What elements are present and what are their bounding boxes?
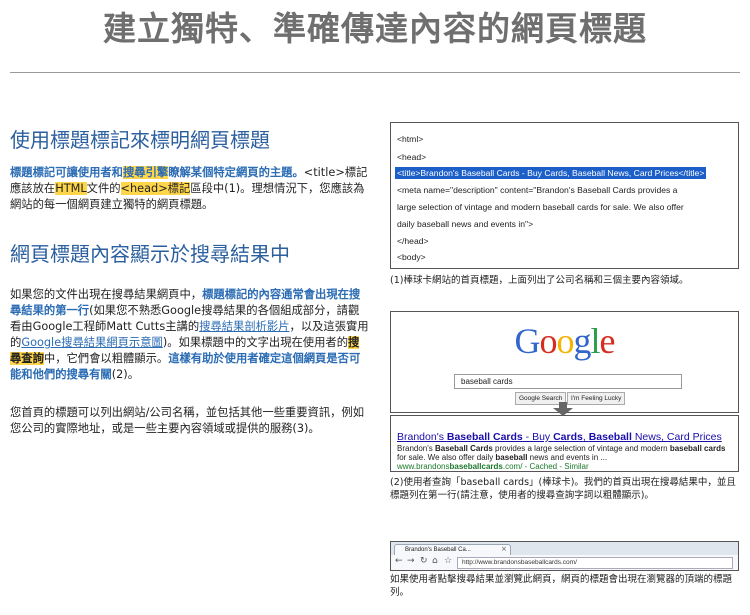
google-logo-letter: o xyxy=(556,321,575,361)
caption-google-example: (2)使用者查詢「baseball cards」(棒球卡)。我們的首頁出現在搜尋… xyxy=(390,477,736,501)
paragraph-search-results: 如果您的文件出現在搜尋結果網頁中，標題標記的內容通常會出現在搜尋結果的第一行(如… xyxy=(10,287,370,383)
search-input[interactable]: baseball cards xyxy=(454,374,682,389)
home-icon[interactable]: ⌂ xyxy=(432,556,438,566)
paragraph-homepage-title: 您首頁的標題可以列出網站/公司名稱，並包括其他一些重要資訊，例如您公司的實際地址… xyxy=(10,406,365,435)
code-line: <head> xyxy=(397,152,427,162)
section-heading-search-results: 網頁標題內容顯示於搜尋結果中 xyxy=(10,242,290,266)
text-run: .com/ - Cached - Similar xyxy=(502,462,589,471)
page-title: 建立獨特、準確傳達內容的網頁標題 xyxy=(103,9,647,48)
text-run: 標題標記可讓使用者和 xyxy=(10,166,123,179)
google-logo: Google xyxy=(391,320,738,362)
result-snippet: Brandon's Baseball Cards provides a larg… xyxy=(397,444,735,462)
code-line-selected: <title>Brandon's Baseball Cards - Buy Ca… xyxy=(395,167,707,179)
caption-browser-example: 如果使用者點擊搜尋結果並瀏覽此網頁，網頁的標題會出現在瀏覽器的頂端的標題列。 xyxy=(390,574,733,598)
back-icon[interactable]: ← xyxy=(395,556,403,566)
google-logo-letter: l xyxy=(590,321,601,361)
text-run: Brandon's xyxy=(397,444,435,453)
code-example-box: <html> <head> <title>Brandon's Baseball … xyxy=(390,122,739,269)
google-logo-letter: e xyxy=(599,321,616,361)
text-run: news and events in ... xyxy=(527,453,608,462)
code-line: large selection of vintage and modern ba… xyxy=(397,202,684,212)
google-logo-letter: G xyxy=(514,321,541,361)
text-run: 文件的 xyxy=(86,182,121,195)
browser-tab[interactable]: Brandon's Baseball Ca... xyxy=(394,544,511,555)
star-icon[interactable]: ☆ xyxy=(444,556,452,566)
search-result-box: Brandon's Baseball Cards - Buy Cards, Ba… xyxy=(390,415,739,472)
text-run: 區段中(1)。 xyxy=(190,182,252,195)
feeling-lucky-button[interactable]: I'm Feeling Lucky xyxy=(567,392,626,405)
forward-icon[interactable]: → xyxy=(407,556,415,566)
text-run: Baseball Cards xyxy=(435,444,493,453)
code-line: <html> xyxy=(397,134,424,144)
result-title-link[interactable]: Brandon's Baseball Cards - Buy Cards, Ba… xyxy=(397,431,722,443)
highlight-html: HTML xyxy=(55,182,87,195)
address-bar[interactable]: http://www.brandonsbaseballcards.com/ xyxy=(457,557,733,569)
code-line: </head> xyxy=(397,236,429,246)
highlight-head-tag: <head>標記 xyxy=(120,182,191,195)
title-divider xyxy=(10,72,740,73)
text-run: 瞭解某個特定網頁的主題。 xyxy=(168,166,304,179)
text-run: Cards xyxy=(553,431,583,443)
text-run: www.brandons xyxy=(397,462,450,471)
link-search-anatomy-video[interactable]: 搜尋結果剖析影片 xyxy=(199,320,289,333)
google-logo-letter: o xyxy=(539,321,558,361)
browser-toolbar: ← → ↻ ⌂ ☆ http://www.brandonsbaseballcar… xyxy=(391,555,738,570)
text-run: Baseball xyxy=(588,431,632,443)
result-url: www.brandonsbaseballcards.com/ - Cached … xyxy=(397,462,589,471)
text-run: (2)。 xyxy=(111,368,139,381)
paragraph-title-tag: 標題標記可讓使用者和搜尋引擎瞭解某個特定網頁的主題。<title>標記應該放在H… xyxy=(10,165,370,213)
highlight-search-engine: 搜尋引擎 xyxy=(122,166,169,179)
link-results-diagram[interactable]: Google搜尋結果網頁示意圖 xyxy=(21,336,163,349)
text-run: baseball cards xyxy=(669,444,726,453)
text-run: baseball xyxy=(495,453,528,462)
text-run: for sale. We also offer daily xyxy=(397,453,496,462)
text-run: )。如果標題中的文字出現在使用者的 xyxy=(162,336,348,349)
down-arrow-icon xyxy=(553,402,573,416)
text-run: Brandon's xyxy=(397,431,447,443)
caption-code-example: (1)棒球卡網站的首頁標題，上面列出了公司名稱和三個主要內容領域。 xyxy=(390,275,689,286)
google-search-box: Google baseball cards Google Search I'm … xyxy=(390,311,739,413)
text-run: baseballcards xyxy=(449,462,503,471)
text-run: Baseball Cards xyxy=(446,431,523,443)
code-line: daily baseball news and events in"> xyxy=(397,219,534,229)
google-logo-letter: g xyxy=(573,321,592,361)
close-icon[interactable]: × xyxy=(501,545,507,553)
reload-icon[interactable]: ↻ xyxy=(420,556,428,566)
browser-window: Brandon's Baseball Ca... × ← → ↻ ⌂ ☆ htt… xyxy=(390,541,739,571)
text-run: - Buy xyxy=(522,431,554,443)
section-heading-title-tag: 使用標題標記來標明網頁標題 xyxy=(10,128,270,152)
text-run: provides a large selection of vintage an… xyxy=(492,444,670,453)
arrow-shaft xyxy=(559,402,567,408)
text-run: 中，它們會以粗體顯示。 xyxy=(43,352,169,365)
text-run: News, Card Prices xyxy=(631,431,722,443)
text-run: 如果您的文件出現在搜尋結果網頁中， xyxy=(10,288,203,301)
code-line: <body> xyxy=(397,252,426,262)
code-line: <meta name="description" content="Brando… xyxy=(397,185,678,195)
